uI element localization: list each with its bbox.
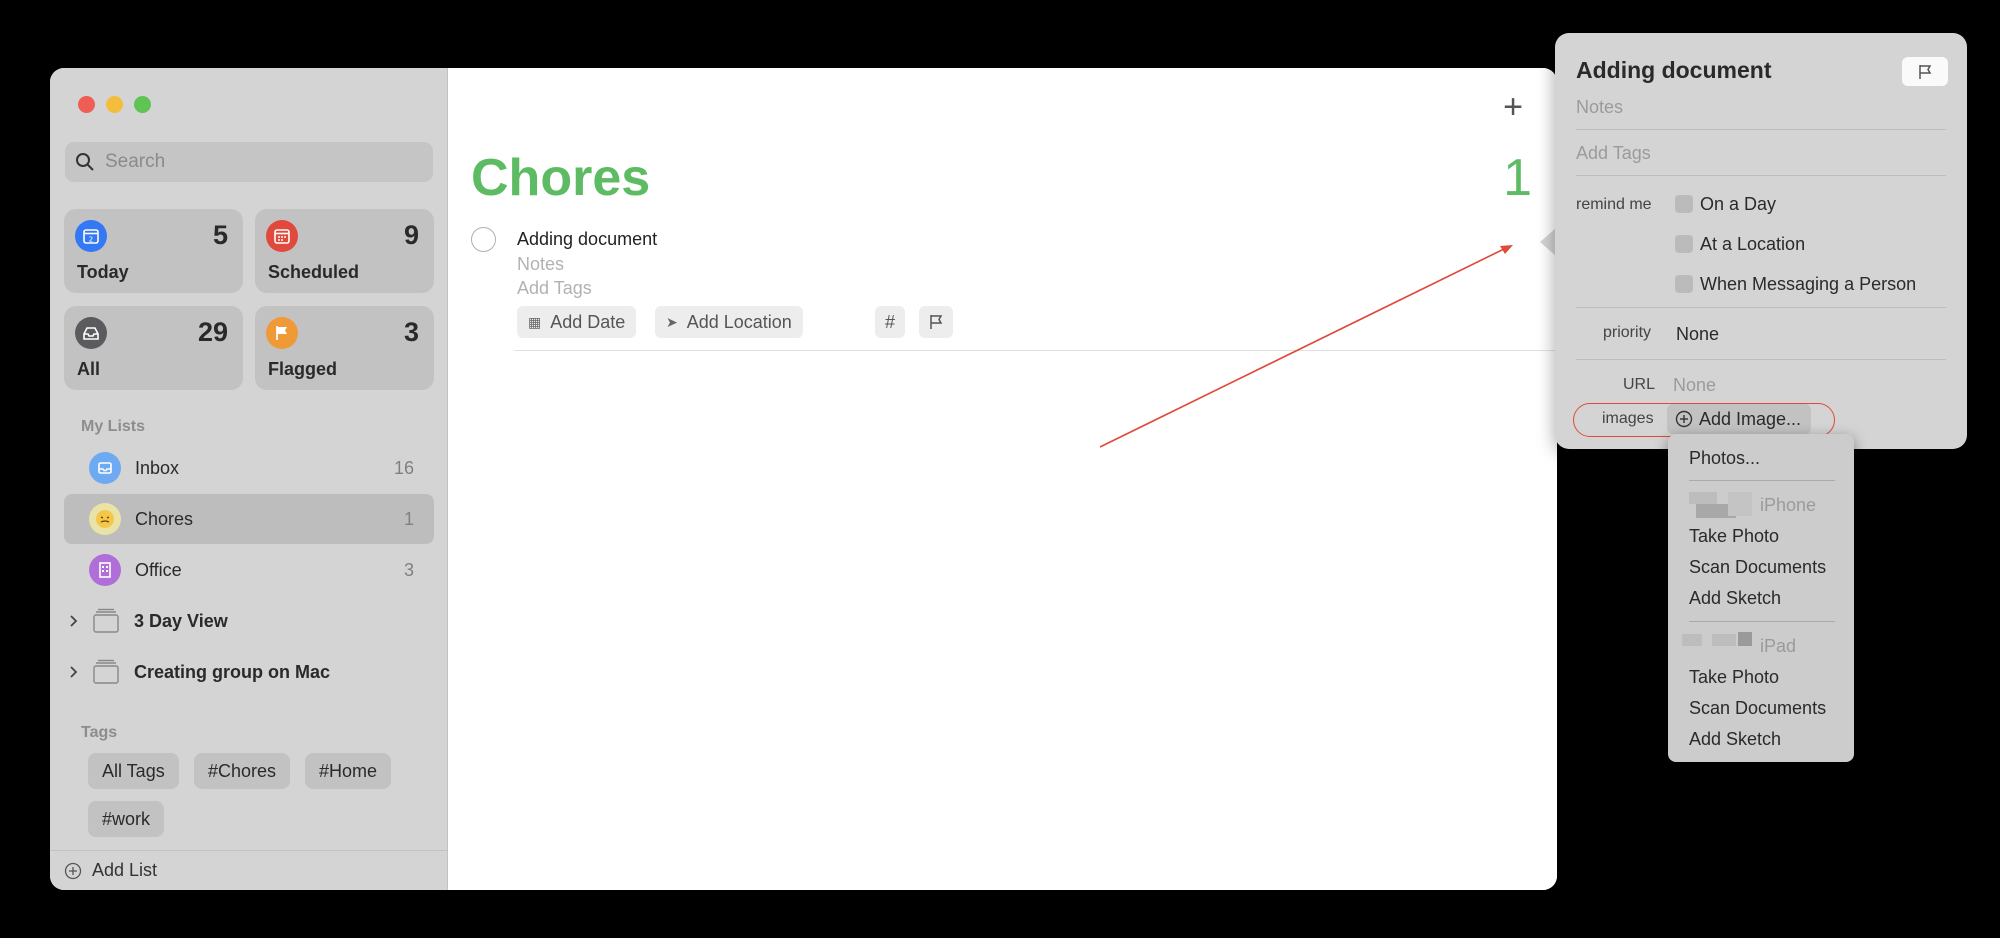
divider [1576,129,1946,130]
device-name-redacted [1712,634,1736,646]
on-a-day-checkbox[interactable] [1675,195,1693,213]
menu-item-iphone-take-photo[interactable]: Take Photo [1689,526,1779,547]
menu-header-iphone: iPhone [1760,495,1817,515]
menu-header-ipad: iPad [1760,636,1797,656]
flag-toggle-button[interactable] [1902,57,1948,86]
device-name-redacted [1682,634,1702,646]
device-name-redacted [1738,632,1752,646]
priority-label: priority [1603,324,1652,341]
divider [1576,359,1946,360]
divider [1576,307,1946,308]
popover-pointer [1540,228,1556,256]
on-a-day-label: On a Day [1700,194,1777,214]
when-messaging-label: When Messaging a Person [1700,274,1917,294]
flag-outline-icon [1919,64,1932,79]
menu-item-ipad-add-sketch[interactable]: Add Sketch [1689,729,1781,750]
popover-notes-field[interactable]: Notes [1576,97,1623,118]
at-a-location-checkbox[interactable] [1675,235,1693,253]
menu-item-iphone-add-sketch[interactable]: Add Sketch [1689,588,1781,609]
remind-me-label: remind me [1576,196,1652,213]
at-a-location-label: At a Location [1700,234,1806,254]
device-name-redacted [1728,492,1752,516]
menu-item-photos[interactable]: Photos... [1689,448,1760,469]
popover-tags-field[interactable]: Add Tags [1576,143,1651,164]
reminder-detail-popover: Adding document Notes Add Tags remind me… [1555,33,1967,449]
divider [1576,175,1946,176]
menu-divider [1689,621,1835,622]
url-field[interactable]: None [1673,375,1716,396]
menu-item-ipad-take-photo[interactable]: Take Photo [1689,667,1779,688]
popover-title[interactable]: Adding document [1576,57,1771,84]
device-name-redacted [1689,492,1717,504]
add-image-menu: Photos... iPhone Take Photo Scan Documen… [1668,434,1854,762]
priority-select[interactable]: None [1676,324,1719,345]
url-label: URL [1623,376,1656,393]
menu-divider [1689,480,1835,481]
menu-item-ipad-scan-documents[interactable]: Scan Documents [1689,698,1826,719]
when-messaging-checkbox[interactable] [1675,275,1693,293]
annotation-highlight-oval [1573,403,1835,437]
menu-item-iphone-scan-documents[interactable]: Scan Documents [1689,557,1826,578]
